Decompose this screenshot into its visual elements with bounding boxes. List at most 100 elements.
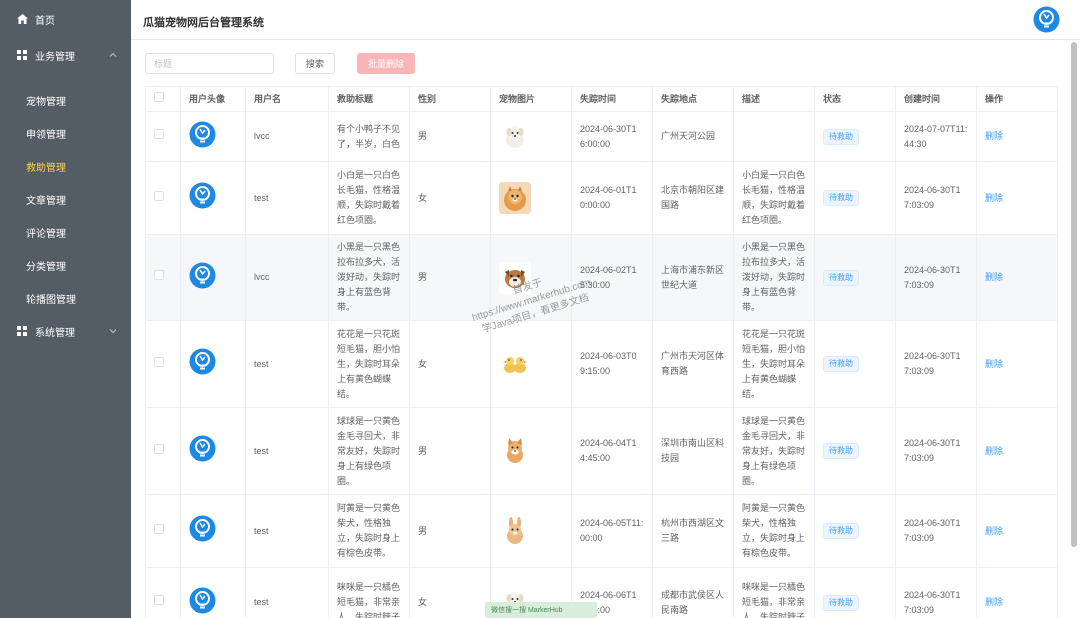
batch-delete-button[interactable]: 批量删除 xyxy=(357,53,416,74)
lightbulb-icon xyxy=(189,121,216,147)
description-cell: 花花是一只花斑短毛猫，胆小怕生，失踪时耳朵上有黄色蝴蝶结。 xyxy=(733,320,815,408)
delete-link[interactable]: 删除 xyxy=(985,597,1003,607)
status-badge: 待救助 xyxy=(823,443,859,459)
lost-time-cell: 2024-06-01T10:00:00 xyxy=(571,161,653,235)
sidebar-item-pets[interactable]: 宠物管理 xyxy=(0,91,131,109)
select-all-cell[interactable] xyxy=(145,86,181,112)
username-cell: lvcc xyxy=(245,111,329,162)
row-checkbox[interactable] xyxy=(154,523,164,534)
table-row[interactable]: test 小白是一只白色长毛猫，性格温顺，失踪时戴着红色项圈。女 2024-06-0… xyxy=(145,161,1058,235)
rescue-title-cell: 小白是一只白色长毛猫，性格温顺，失踪时戴着红色项圈。 xyxy=(328,161,410,235)
user-avatar[interactable] xyxy=(1033,6,1060,33)
row-checkbox[interactable] xyxy=(154,129,164,139)
user-avatar-cell xyxy=(180,111,246,162)
description-cell: 阿黄是一只黄色柴犬，性格独立，失踪时身上有棕色皮带。 xyxy=(733,494,815,568)
sidebar-item-articles[interactable]: 文章管理 xyxy=(0,190,131,208)
delete-link[interactable]: 删除 xyxy=(985,526,1003,536)
rescue-title: 咪咪是一只橘色短毛猫，非常亲人，失踪时脖子 xyxy=(337,582,401,618)
row-checkbox[interactable] xyxy=(154,443,164,454)
table-row[interactable]: test 阿黄是一只黄色柴犬，性格独立，失踪时身上有棕色皮带。男 2024-06-0… xyxy=(145,494,1058,568)
sidebar-item-home[interactable]: 首页 xyxy=(0,10,131,28)
lost-time-cell: 2024-06-05T11:00:00 xyxy=(571,494,653,568)
column-header: 失踪地点 xyxy=(652,86,734,112)
row-select-cell[interactable] xyxy=(145,320,181,408)
description-cell xyxy=(733,111,815,162)
pet-image-cell xyxy=(490,407,572,495)
title-search-input[interactable] xyxy=(145,53,274,74)
delete-link[interactable]: 删除 xyxy=(985,359,1003,369)
row-checkbox[interactable] xyxy=(154,270,164,280)
created-time-cell: 2024-06-30T17:03:09 xyxy=(895,161,977,235)
lost-time-cell: 2024-06-03T09:15:00 xyxy=(571,320,653,408)
lightbulb-icon xyxy=(1033,6,1060,33)
ducklings-icon xyxy=(499,348,563,380)
status-badge: 待救助 xyxy=(823,356,859,372)
column-header: 状态 xyxy=(814,86,896,112)
lightbulb-icon xyxy=(189,435,216,462)
search-button[interactable]: 搜索 xyxy=(295,53,336,74)
table-row[interactable]: test 花花是一只花斑短毛猫，胆小怕生，失踪时耳朵上有黄色蝴蝶结。女 2024-0… xyxy=(145,320,1058,408)
table-row[interactable]: lvcc 小黑是一只黑色拉布拉多犬，活泼好动，失踪时身上有蓝色背带。男 2024-0… xyxy=(145,234,1058,321)
user-avatar-cell xyxy=(180,567,246,618)
gender-cell: 女 xyxy=(409,567,491,618)
row-select-cell[interactable] xyxy=(145,494,181,568)
user-avatar xyxy=(189,121,216,150)
user-avatar-cell xyxy=(180,161,246,235)
pet-image-cell xyxy=(490,161,572,235)
select-all-checkbox[interactable] xyxy=(154,91,164,102)
description: 球球是一只黄色金毛寻回犬，非常友好，失踪时身上有绿色项圈。 xyxy=(742,415,806,486)
white-puppy-icon xyxy=(499,120,563,153)
lost-location-cell: 北京市朝阳区建国路 xyxy=(652,161,734,235)
scrollbar-thumb[interactable] xyxy=(1071,42,1077,547)
rescue-title: 有个小鸭子不见了，半岁，白色 xyxy=(337,123,401,149)
row-checkbox[interactable] xyxy=(154,356,164,367)
sidebar-item-rescue[interactable]: 救助管理 xyxy=(0,157,131,175)
delete-link[interactable]: 删除 xyxy=(985,131,1003,141)
sidebar-item-label: 宠物管理 xyxy=(26,96,66,108)
table-row[interactable]: test 球球是一只黄色金毛寻回犬，非常友好，失踪时身上有绿色项圈。男 2024-0… xyxy=(145,407,1058,495)
status-cell: 待救助 xyxy=(814,567,896,618)
status-badge: 待救助 xyxy=(823,269,859,286)
row-select-cell[interactable] xyxy=(145,407,181,495)
pet-image-cell xyxy=(490,494,572,568)
row-select-cell[interactable] xyxy=(145,567,181,618)
rescue-table: 用户头像 用户名 救助标题 性别 宠物图片 失踪时间 失踪地点 描述 状态 创建… xyxy=(145,86,1058,618)
sidebar-item-categories[interactable]: 分类管理 xyxy=(0,256,131,274)
status-cell: 待救助 xyxy=(814,161,896,235)
row-checkbox[interactable] xyxy=(154,190,164,201)
status-cell: 待救助 xyxy=(814,407,896,495)
status-cell: 待救助 xyxy=(814,320,896,408)
sidebar-item-carousel[interactable]: 轮播图管理 xyxy=(0,289,131,307)
description-cell: 小白是一只白色长毛猫，性格温顺，失踪时戴着红色项圈。 xyxy=(733,161,815,235)
username-cell: test xyxy=(245,567,329,618)
lost-time-cell: 2024-06-04T14:45:00 xyxy=(571,407,653,495)
created-time-cell: 2024-06-30T17:03:09 xyxy=(895,494,977,568)
rescue-title: 花花是一只花斑短毛猫，胆小怕生，失踪时耳朵上有黄色蝴蝶结。 xyxy=(337,328,401,399)
sidebar: 首页 业务管理 宠物管理 申领管理 救助管理 文章管理 评论管理 分类管理 轮播… xyxy=(0,0,131,618)
row-checkbox[interactable] xyxy=(154,595,164,605)
row-select-cell[interactable] xyxy=(145,111,181,162)
row-select-cell[interactable] xyxy=(145,234,181,321)
sidebar-item-claims[interactable]: 申领管理 xyxy=(0,124,131,142)
column-header: 操作 xyxy=(976,86,1058,112)
sidebar-group-business[interactable]: 业务管理 xyxy=(0,46,131,64)
table-row[interactable]: lvcc 有个小鸭子不见了，半岁，白色男 2024-06-30T16:00:00 广州… xyxy=(145,111,1058,162)
rescue-title-cell: 阿黄是一只黄色柴犬，性格独立，失踪时身上有棕色皮带。 xyxy=(328,494,410,568)
created-time-cell: 2024-06-30T17:03:09 xyxy=(895,320,977,408)
column-header: 性别 xyxy=(409,86,491,112)
description: 咪咪是一只橘色短毛猫，非常亲人，失踪时脖子 xyxy=(742,582,806,618)
sidebar-item-comments[interactable]: 评论管理 xyxy=(0,223,131,241)
sidebar-group-system[interactable]: 系统管理 xyxy=(0,322,131,340)
column-header: 描述 xyxy=(733,86,815,112)
table-row[interactable]: test咪咪是一只橘色短毛猫，非常亲人，失踪时脖子女2024-06-06T16:… xyxy=(145,567,1058,618)
user-avatar xyxy=(189,262,216,291)
username-cell: test xyxy=(245,161,329,235)
corgi-icon xyxy=(499,435,563,467)
delete-link[interactable]: 删除 xyxy=(985,193,1003,203)
lightbulb-icon xyxy=(189,348,216,375)
user-avatar-cell xyxy=(180,494,246,568)
delete-link[interactable]: 删除 xyxy=(985,272,1003,282)
delete-link[interactable]: 删除 xyxy=(985,446,1003,456)
header: 瓜猫宠物网后台管理系统 xyxy=(131,0,1080,40)
row-select-cell[interactable] xyxy=(145,161,181,235)
